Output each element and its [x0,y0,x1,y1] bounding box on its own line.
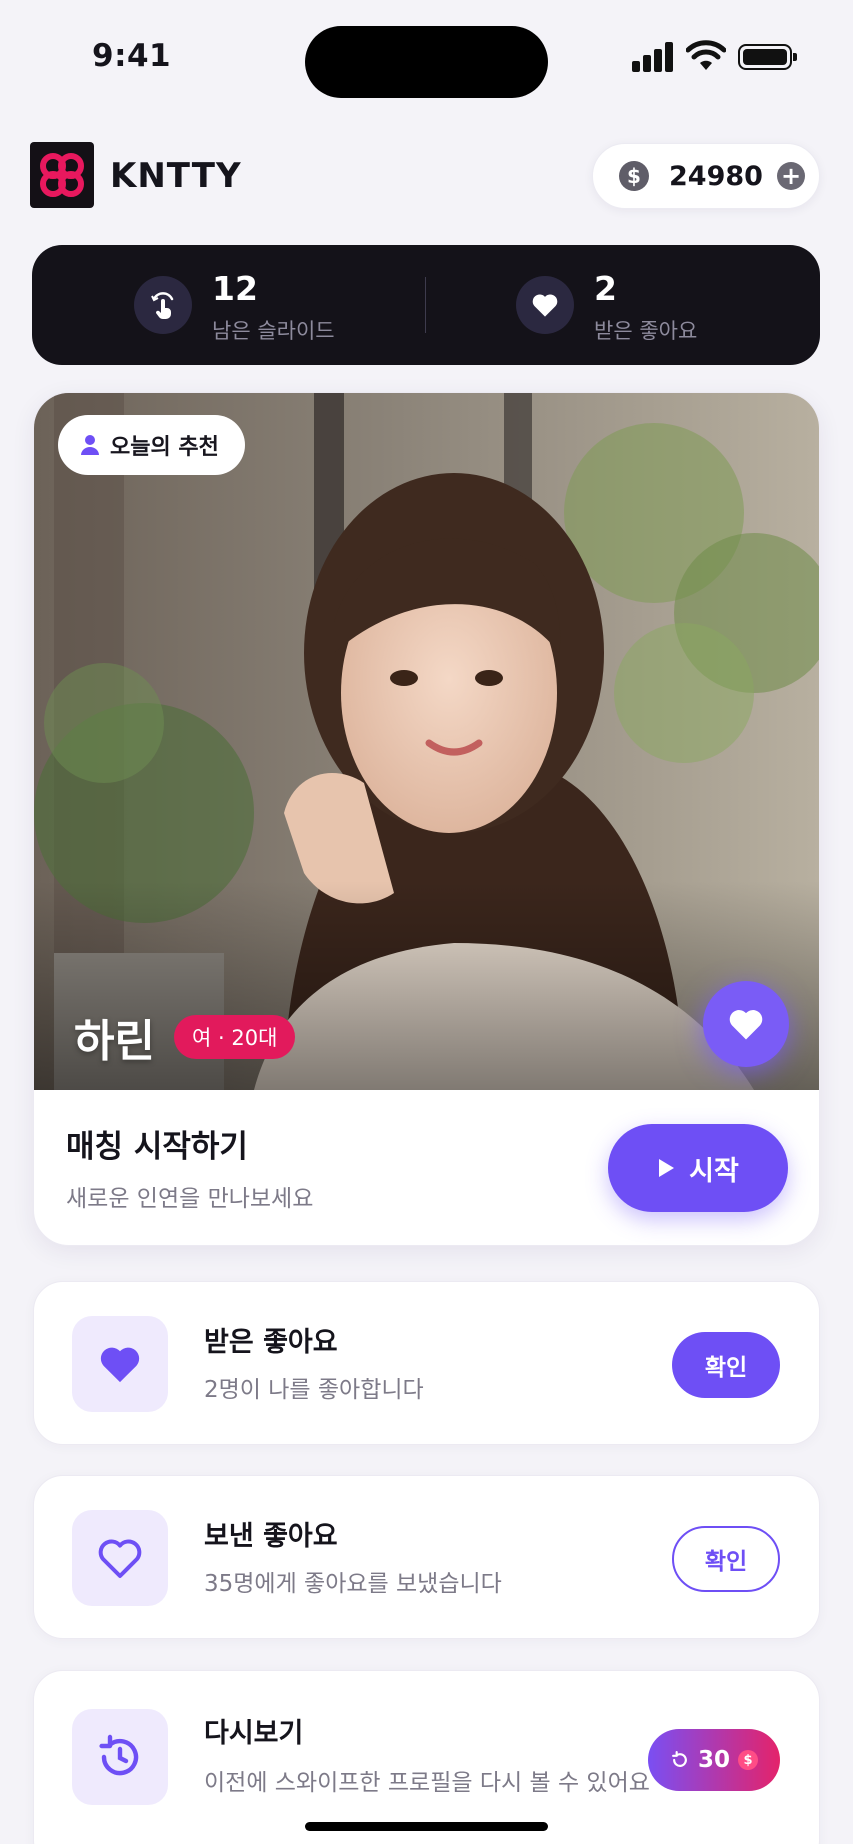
person-icon [81,435,99,455]
wifi-icon [685,40,727,72]
start-label: 시작 [689,1155,739,1187]
heart-filled-icon [72,1316,168,1412]
received-likes-count: 2 [594,269,617,308]
coin-icon: $ [738,1750,758,1770]
status-bar: 9:41 [0,0,853,110]
today-recommend-badge: 오늘의 추천 [58,415,245,475]
coin-balance: 24980 [669,160,763,192]
add-coins-icon[interactable]: + [777,162,805,190]
received-likes-title: 받은 좋아요 [204,1327,338,1358]
remaining-slides-stat: 12 남은 슬라이드 [32,245,425,365]
battery-icon [738,44,797,70]
rewind-price: 30 [697,1747,730,1773]
sent-likes-card[interactable]: 보낸 좋아요 35명에게 좋아요를 보냈습니다 확인 [33,1475,820,1639]
home-indicator [305,1822,548,1831]
profile-card[interactable]: 오늘의 추천 하린 여 · 20대 매칭 시작하기 새로운 인연을 만나보세요 … [33,392,820,1246]
received-likes-label: 받은 좋아요 [594,319,698,343]
heart-outline-icon [72,1510,168,1606]
swipe-hand-icon [134,276,192,334]
heart-icon [729,1010,763,1040]
coin-balance-button[interactable]: $ 24980 + [592,143,820,209]
coin-icon: $ [619,161,649,191]
stats-bar: 12 남은 슬라이드 2 받은 좋아요 [32,245,820,365]
play-icon [659,1159,675,1177]
today-recommend-label: 오늘의 추천 [110,435,219,460]
remaining-slides-count: 12 [212,269,258,308]
profile-photo[interactable]: 오늘의 추천 하린 여 · 20대 [34,393,819,1090]
remaining-slides-label: 남은 슬라이드 [212,319,335,343]
like-button[interactable] [703,981,789,1067]
app-name: KNTTY [110,156,242,196]
rewind-desc: 이전에 스와이프한 프로필을 다시 볼 수 있어요 [204,1770,650,1796]
received-likes-card[interactable]: 받은 좋아요 2명이 나를 좋아합니다 확인 [33,1281,820,1445]
profile-tag: 여 · 20대 [174,1015,296,1059]
heart-icon [516,276,574,334]
sent-likes-title: 보낸 좋아요 [204,1521,338,1552]
received-likes-desc: 2명이 나를 좋아합니다 [204,1377,424,1403]
received-likes-confirm-button[interactable]: 확인 [672,1332,780,1398]
start-matching-button[interactable]: 시작 [608,1124,788,1212]
match-title: 매칭 시작하기 [66,1129,248,1165]
sent-likes-desc: 35명에게 좋아요를 보냈습니다 [204,1571,502,1597]
signal-icon [632,42,674,72]
status-time: 9:41 [92,38,172,74]
match-subtitle: 새로운 인연을 만나보세요 [66,1186,314,1212]
profile-name: 하린 [74,1016,155,1067]
rewind-buy-button[interactable]: 30 $ [648,1729,780,1791]
rewind-title: 다시보기 [204,1718,304,1749]
dynamic-island [305,26,548,98]
received-likes-stat: 2 받은 좋아요 [426,245,820,365]
app-logo [30,142,94,208]
rewind-card[interactable]: 다시보기 이전에 스와이프한 프로필을 다시 볼 수 있어요 30 $ [33,1670,820,1844]
rewind-icon [672,1751,687,1767]
sent-likes-confirm-button[interactable]: 확인 [672,1526,780,1592]
history-icon [72,1709,168,1805]
